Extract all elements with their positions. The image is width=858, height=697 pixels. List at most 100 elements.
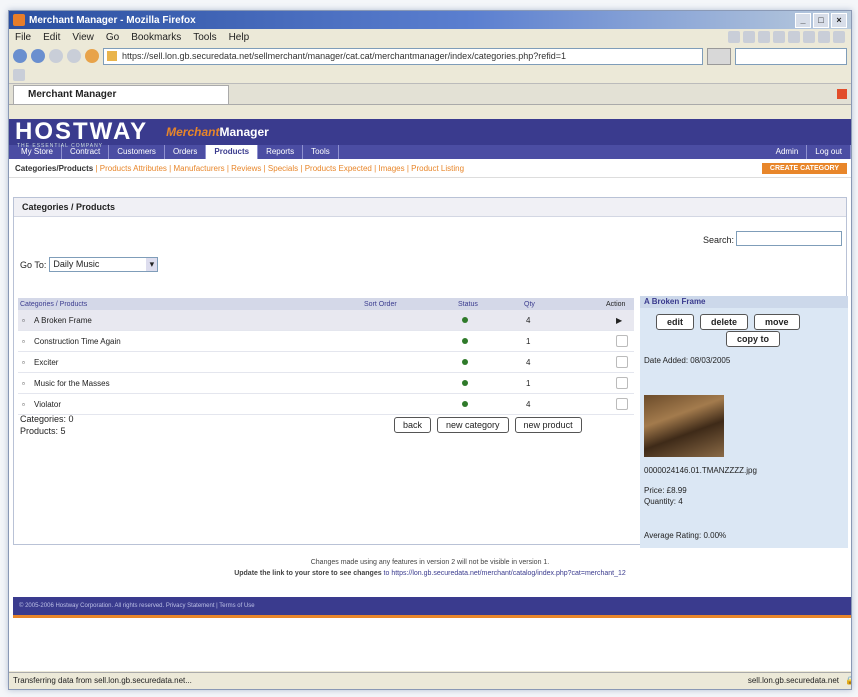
toolbar-icon[interactable] [773,31,785,43]
subnav-listing[interactable]: Product Listing [411,164,464,173]
info-icon[interactable] [616,377,628,389]
nav-customers[interactable]: Customers [109,145,165,159]
back-arrow-icon[interactable] [13,49,27,63]
table-row[interactable]: ▫ Exciter 4 [18,352,634,373]
status-bar: Transferring data from sell.lon.gb.secur… [9,672,851,689]
merchant-manager-logo: MerchantManager [166,125,269,139]
counts: Categories: 0 Products: 5 [20,413,74,437]
col-sort-order[interactable]: Sort Order [364,301,397,308]
move-button[interactable]: move [754,314,800,330]
subnav-manufacturers[interactable]: Manufacturers [173,164,224,173]
row-name[interactable]: Exciter [34,358,58,367]
product-buttons: edit delete move [640,308,848,332]
info-icon[interactable] [616,335,628,347]
status-active-icon[interactable] [462,359,468,365]
row-icon: ▫ [22,315,25,325]
nav-admin[interactable]: Admin [768,145,808,159]
nav-logout[interactable]: Log out [807,145,851,159]
new-product-button[interactable]: new product [514,417,582,433]
table-header: Categories / Products Sort Order Status … [18,298,634,310]
create-category-button[interactable]: CREATE CATEGORY [761,162,847,174]
row-qty: 1 [526,378,531,388]
site-header: HOSTWAY THE ESSENTIAL COMPANY MerchantMa… [9,119,851,149]
menu-bookmarks[interactable]: Bookmarks [131,32,181,43]
row-icon: ▫ [22,378,25,388]
close-tab-icon[interactable] [837,89,847,99]
row-name[interactable]: Music for the Masses [34,379,110,388]
toolbar-icon[interactable] [803,31,815,43]
edit-button[interactable]: edit [656,314,695,330]
col-categories-products[interactable]: Categories / Products [20,301,87,308]
close-button[interactable]: × [831,12,847,28]
subnav-reviews[interactable]: Reviews [231,164,261,173]
nav-products[interactable]: Products [206,145,259,159]
sub-nav: Categories/Products | Products Attribute… [9,159,851,178]
table-row[interactable]: ▫ Violator 4 [18,394,634,415]
menu-file[interactable]: File [15,32,31,43]
hostway-tagline: THE ESSENTIAL COMPANY [17,143,104,149]
status-active-icon[interactable] [462,338,468,344]
search-input[interactable] [736,231,842,246]
menu-view[interactable]: View [72,32,94,43]
hostway-logo[interactable]: HOSTWAY [15,120,148,144]
toolbar-icon[interactable] [833,31,845,43]
site-footer: © 2005-2006 Hostway Corporation. All rig… [13,597,851,618]
subnav-categories-products[interactable]: Categories/Products [15,164,93,173]
go-button[interactable] [707,47,731,65]
subnav-specials[interactable]: Specials [268,164,298,173]
menu-go[interactable]: Go [106,32,119,43]
subnav-images[interactable]: Images [378,164,404,173]
bookmark-icon[interactable] [13,69,25,81]
tab-bar: Merchant Manager [9,84,851,105]
menu-help[interactable]: Help [229,32,250,43]
back-button[interactable]: back [394,417,432,433]
table-row[interactable]: ▫ A Broken Frame 4 ▶ [18,310,634,331]
toolbar-icon[interactable] [788,31,800,43]
nav-orders[interactable]: Orders [165,145,207,159]
product-info-panel: A Broken Frame edit delete move copy to … [640,296,848,548]
address-bar[interactable]: https://sell.lon.gb.securedata.net/sellm… [103,47,703,65]
menu-edit[interactable]: Edit [43,32,60,43]
row-name[interactable]: Violator [34,400,61,409]
title-bar: Merchant Manager - Mozilla Firefox _ □ × [9,11,851,29]
product-image [644,395,724,457]
toolbar-icon[interactable] [818,31,830,43]
browser-search-input[interactable] [735,47,847,65]
status-active-icon[interactable] [462,317,468,323]
col-status[interactable]: Status [458,301,478,308]
stop-icon[interactable] [67,49,81,63]
browser-tab[interactable]: Merchant Manager [13,84,229,104]
row-icon: ▫ [22,357,25,367]
products-table: Categories / Products Sort Order Status … [18,298,634,415]
delete-button[interactable]: delete [700,314,749,330]
subnav-expected[interactable]: Products Expected [305,164,372,173]
subnav-attributes[interactable]: Products Attributes [100,164,167,173]
store-link[interactable]: to https://lon.gb.securedata.net/merchan… [382,570,626,577]
toolbar-icon[interactable] [743,31,755,43]
row-qty: 4 [526,315,531,325]
info-icon[interactable] [616,398,628,410]
selected-arrow-icon: ▶ [616,315,623,325]
row-name[interactable]: Construction Time Again [34,337,121,346]
menu-tools[interactable]: Tools [193,32,216,43]
toolbar-icon[interactable] [728,31,740,43]
new-category-button[interactable]: new category [437,417,509,433]
row-name[interactable]: A Broken Frame [34,316,92,325]
nav-tools[interactable]: Tools [303,145,339,159]
maximize-button[interactable]: □ [813,12,829,28]
info-icon[interactable] [616,356,628,368]
toolbar-icon[interactable] [758,31,770,43]
col-action: Action [606,300,626,308]
table-row[interactable]: ▫ Construction Time Again 1 [18,331,634,352]
forward-arrow-icon[interactable] [31,49,45,63]
reload-icon[interactable] [49,49,63,63]
goto-select[interactable]: Daily Music [49,257,159,272]
col-qty[interactable]: Qty [524,301,535,308]
copy-to-button[interactable]: copy to [726,331,781,347]
table-row[interactable]: ▫ Music for the Masses 1 [18,373,634,394]
status-active-icon[interactable] [462,380,468,386]
minimize-button[interactable]: _ [795,12,811,28]
home-icon[interactable] [85,49,99,63]
status-active-icon[interactable] [462,401,468,407]
nav-reports[interactable]: Reports [258,145,304,159]
